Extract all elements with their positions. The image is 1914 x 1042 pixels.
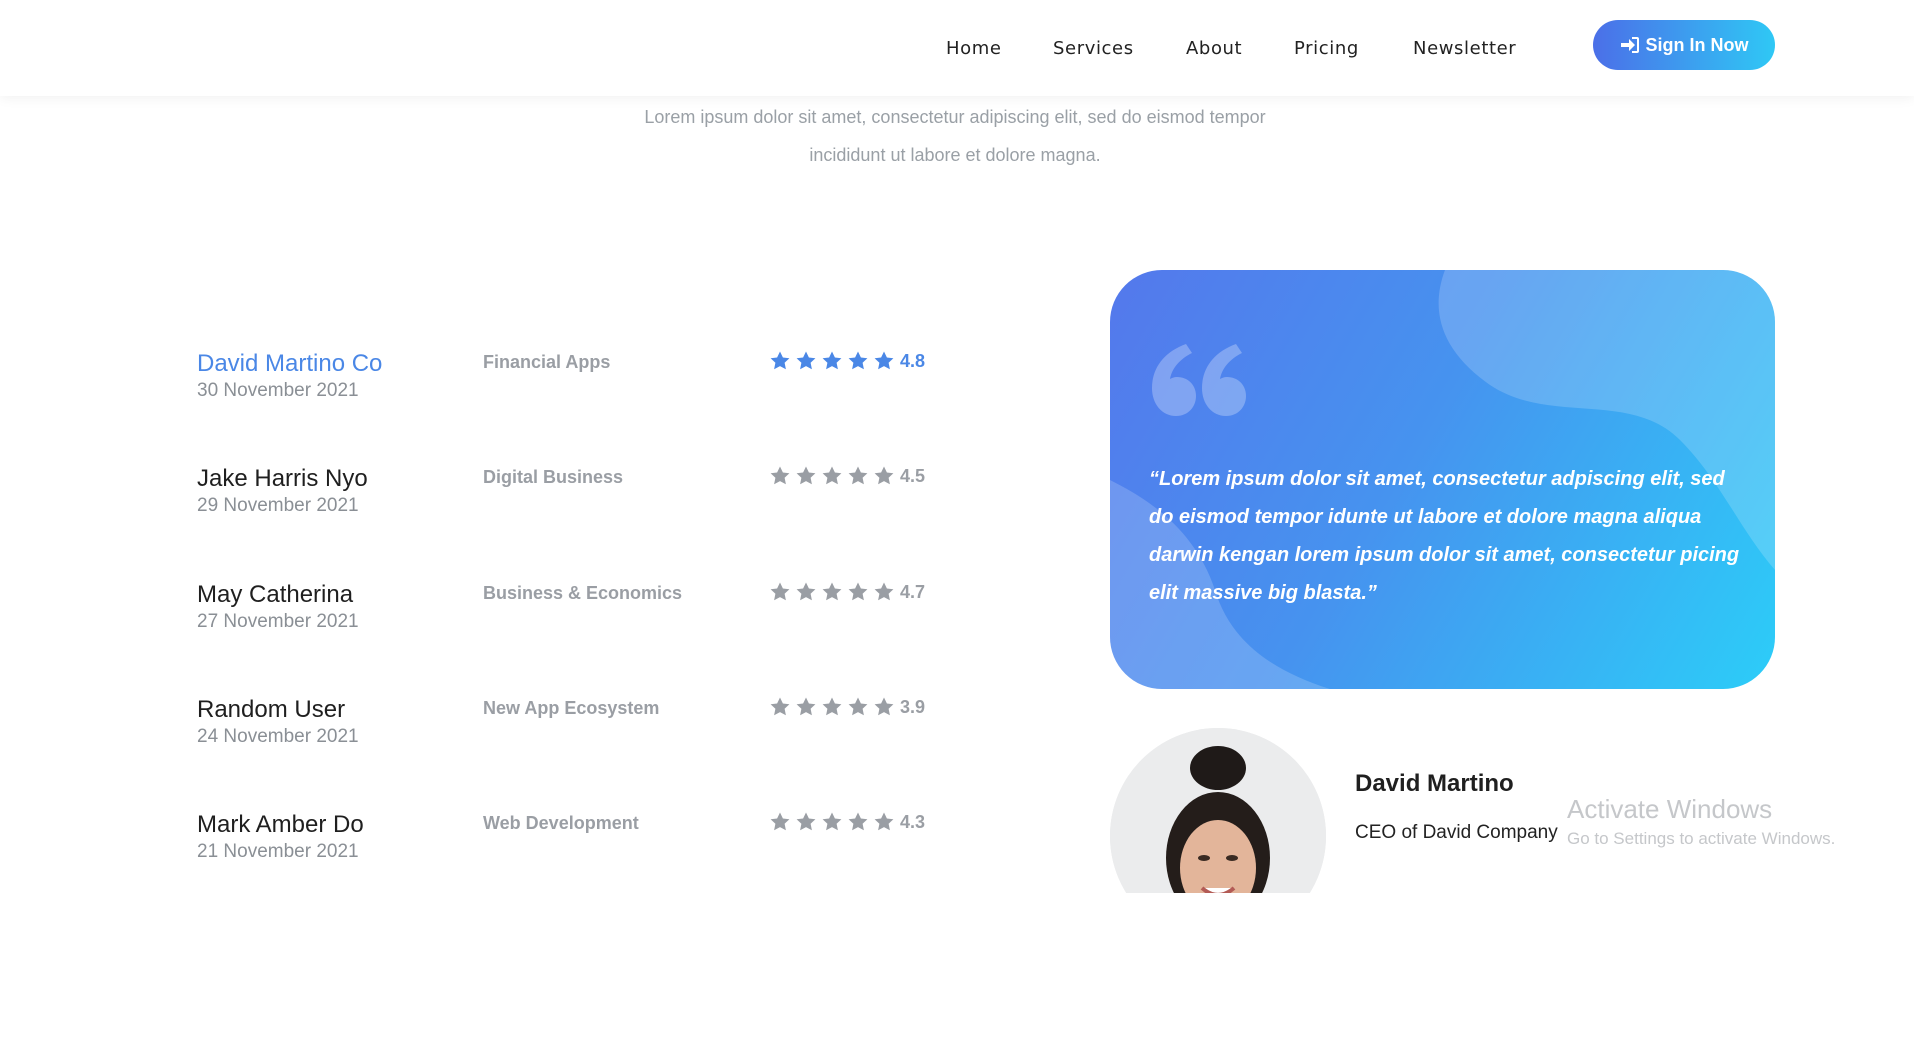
rating-value: 4.8 <box>900 350 926 371</box>
star-icon <box>770 812 790 831</box>
activate-windows-subtitle: Go to Settings to activate Windows. <box>1567 829 1836 848</box>
star-icon <box>822 812 842 831</box>
review-category: Financial Apps <box>483 352 611 372</box>
star-icon <box>848 812 868 831</box>
review-name[interactable]: David Martino Co <box>197 350 382 378</box>
rating-stars: 3.9 <box>769 696 925 718</box>
star-icon <box>770 697 790 716</box>
star-icon <box>874 582 894 601</box>
sign-in-label: Sign In Now <box>1645 34 1749 55</box>
review-row[interactable]: Mark Amber Do 21 November 2021 Web Develop… <box>197 811 957 881</box>
star-icon <box>874 351 894 370</box>
rating-value: 4.5 <box>900 465 926 486</box>
activate-windows-title: Activate Windows <box>1567 794 1773 824</box>
review-row[interactable]: May Catherina 27 November 2021 Business & … <box>197 581 957 651</box>
avatar-mask <box>1100 893 1340 1042</box>
star-icon <box>796 812 816 831</box>
rating-stars: 4.3 <box>769 811 925 833</box>
rating-value: 4.3 <box>900 811 926 832</box>
review-category: Web Development <box>483 813 639 833</box>
rating-stars: 4.8 <box>769 350 925 372</box>
star-icon <box>848 697 868 716</box>
star-icon <box>770 582 790 601</box>
star-icon <box>848 466 868 485</box>
sign-in-button[interactable]: Sign In Now <box>1593 20 1775 70</box>
rating-value: 3.9 <box>900 696 926 717</box>
author-role: CEO of David Company <box>1355 822 1558 843</box>
review-name[interactable]: May Catherina <box>197 581 353 609</box>
star-icon <box>796 582 816 601</box>
review-name[interactable]: Jake Harris Nyo <box>197 465 368 493</box>
header: Home Services About Pricing Newsletter S… <box>0 0 1914 96</box>
review-category: Digital Business <box>483 467 624 487</box>
star-icon <box>770 466 790 485</box>
quote-icon <box>1152 344 1246 416</box>
star-icon <box>874 812 894 831</box>
star-icon <box>848 351 868 370</box>
testimonial-quote: “Lorem ipsum dolor sit amet, consectetur… <box>1149 468 1740 604</box>
author-name: David Martino <box>1355 770 1514 797</box>
nav-home[interactable]: Home <box>946 38 1002 59</box>
review-name[interactable]: Mark Amber Do <box>197 811 364 839</box>
review-category: Business & Economics <box>483 583 683 603</box>
star-icon <box>822 697 842 716</box>
review-date: 29 November 2021 <box>197 495 359 516</box>
star-icon <box>796 351 816 370</box>
star-icon <box>874 466 894 485</box>
star-icon <box>822 351 842 370</box>
review-name[interactable]: Random User <box>197 696 345 724</box>
rating-stars: 4.7 <box>769 581 925 603</box>
star-icon <box>822 466 842 485</box>
nav-about[interactable]: About <box>1186 38 1242 59</box>
intro-line-2: incididunt ut labore et dolore magna. <box>809 145 1101 165</box>
star-icon <box>770 351 790 370</box>
star-icon <box>796 466 816 485</box>
testimonial-card: “Lorem ipsum dolor sit amet, consectetur… <box>1110 270 1775 689</box>
review-date: 24 November 2021 <box>197 726 359 747</box>
star-icon <box>848 582 868 601</box>
review-date: 30 November 2021 <box>197 380 359 401</box>
star-icon <box>796 697 816 716</box>
rating-value: 4.7 <box>900 581 926 602</box>
nav-newsletter[interactable]: Newsletter <box>1413 38 1516 59</box>
star-icon <box>874 697 894 716</box>
review-row[interactable]: David Martino Co 30 November 2021 Financia… <box>197 350 957 420</box>
section-intro: Lorem ipsum dolor sit amet, consectetur … <box>560 98 1350 174</box>
nav-services[interactable]: Services <box>1053 38 1134 59</box>
review-row[interactable]: Jake Harris Nyo 29 November 2021 Digital B… <box>197 465 957 535</box>
review-row[interactable]: Random User 24 November 2021 New App Ecosy… <box>197 696 957 766</box>
intro-line-1: Lorem ipsum dolor sit amet, consectetur … <box>644 107 1266 127</box>
star-icon <box>822 582 842 601</box>
sign-in-icon <box>1620 37 1639 53</box>
review-date: 21 November 2021 <box>197 841 359 862</box>
nav-pricing[interactable]: Pricing <box>1294 38 1359 59</box>
review-date: 27 November 2021 <box>197 611 359 632</box>
rating-stars: 4.5 <box>769 465 925 487</box>
review-category: New App Ecosystem <box>483 698 660 718</box>
